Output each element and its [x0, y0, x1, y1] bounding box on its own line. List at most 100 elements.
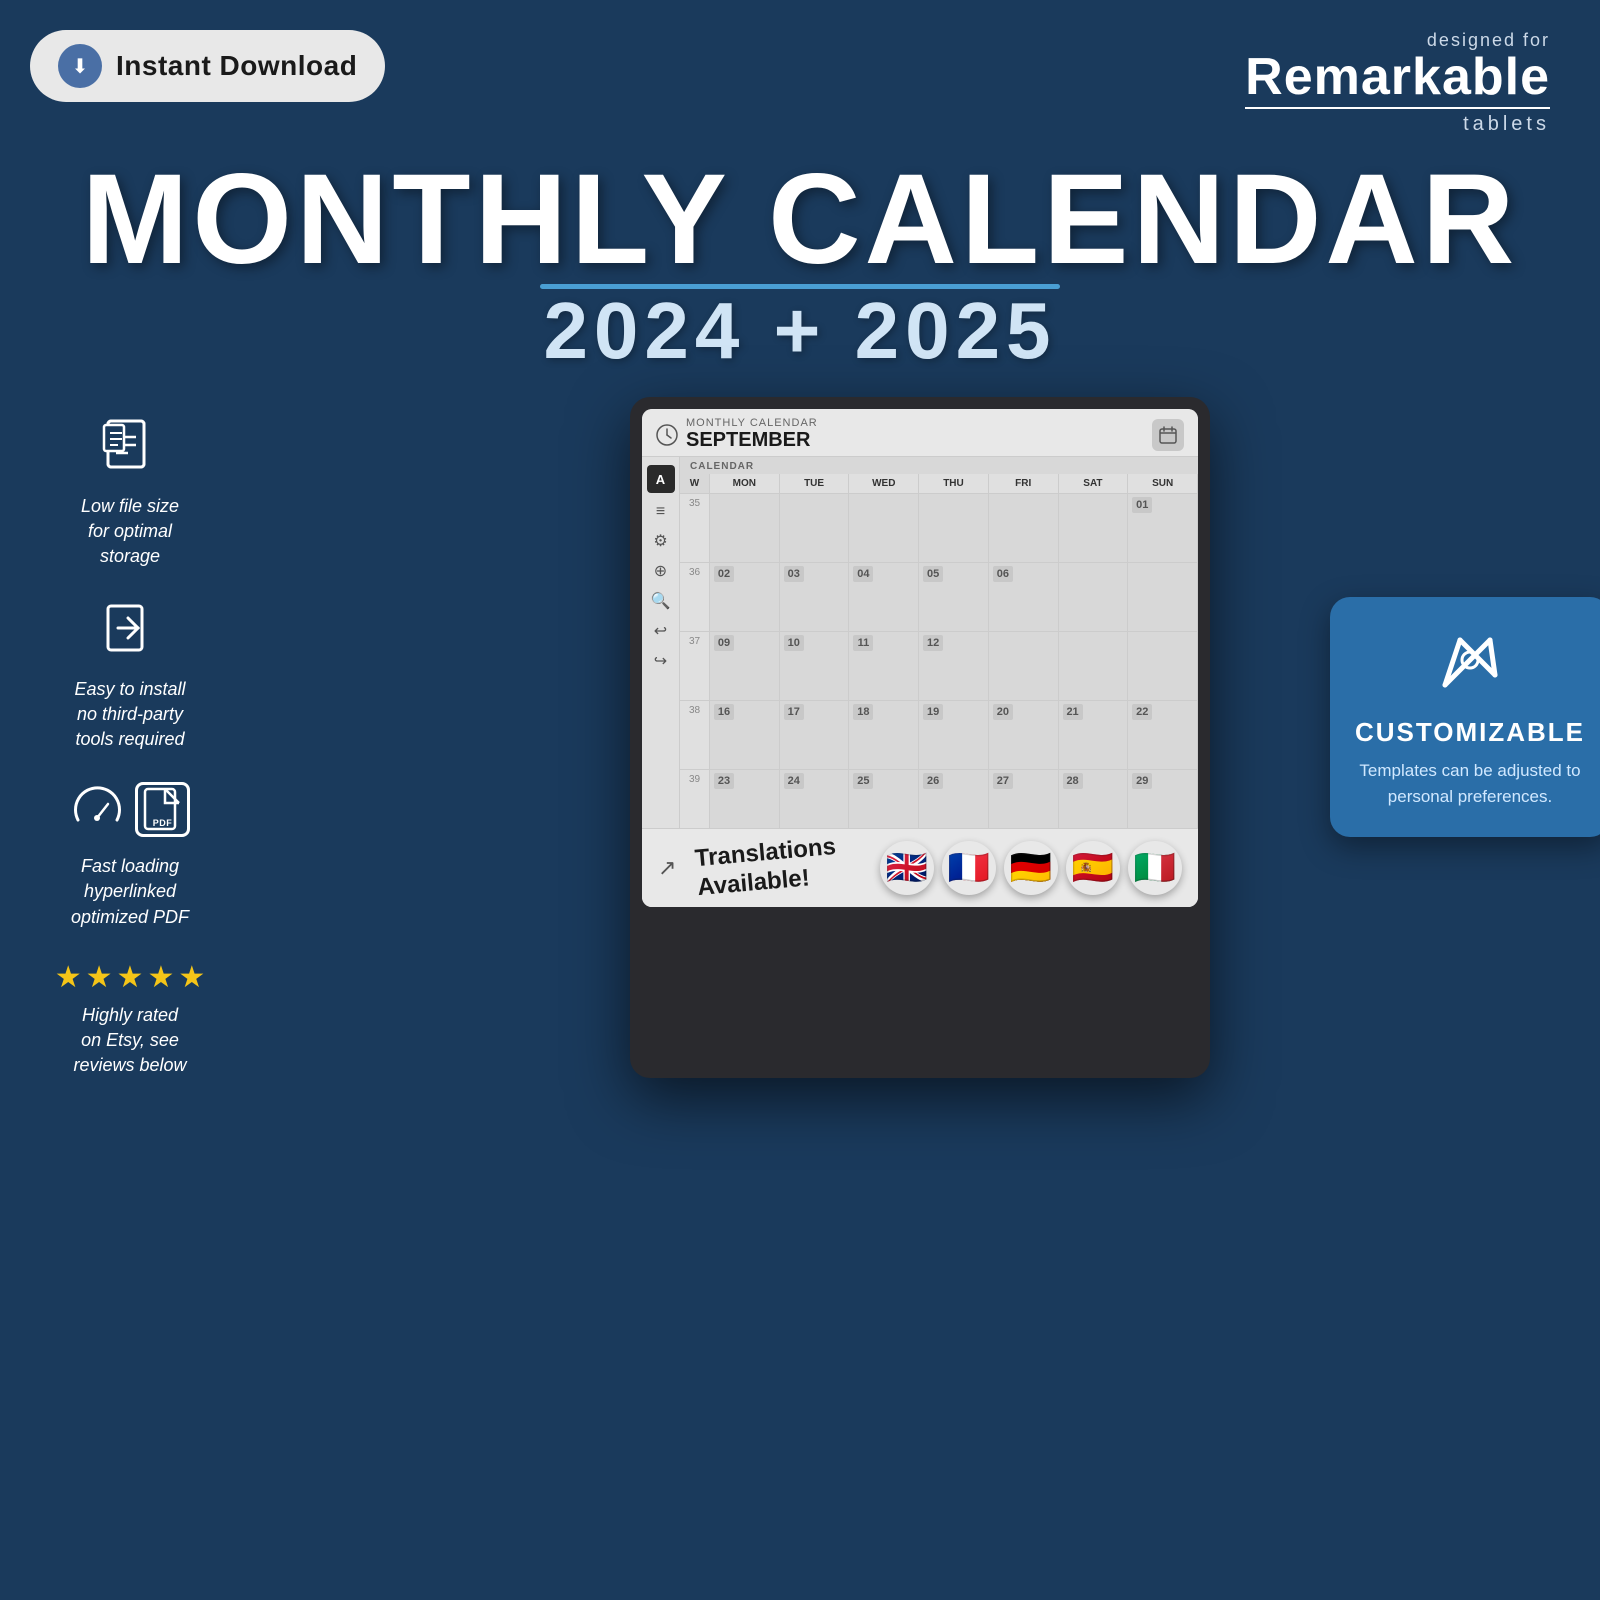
star-1: ★ [55, 960, 82, 995]
cal-section-label: CALENDAR [680, 457, 1198, 474]
day-cell-17: 17 [780, 701, 850, 769]
feature-file-size-text: Low file sizefor optimalstorage [81, 494, 179, 570]
pdf-icon-box: PDF [135, 782, 190, 837]
col-sat: SAT [1059, 474, 1129, 493]
instant-download-badge: ⬇ Instant Download [30, 30, 385, 102]
week-row-36: 36 02 03 04 05 06 [680, 562, 1198, 631]
star-4: ★ [147, 960, 174, 995]
pdf-icon-row: PDF [70, 782, 190, 846]
cal-header-left: MONTHLY CALENDAR SEPTEMBER [656, 417, 818, 452]
remarkable-title: Remarkable [1245, 51, 1550, 103]
main-title-section: MONTHLY CALENDAR 2024 + 2025 [0, 136, 1600, 387]
flag-it: 🇮🇹 [1128, 841, 1182, 895]
cal-grid-header: W MON TUE WED THU FRI SAT SUN [680, 474, 1198, 493]
device-mockup: MONTHLY CALENDAR SEPTEMBER [260, 397, 1580, 1078]
device-screen: MONTHLY CALENDAR SEPTEMBER [642, 409, 1198, 907]
star-3: ★ [117, 960, 144, 995]
col-sun: SUN [1128, 474, 1198, 493]
remarkable-divider [1245, 107, 1550, 109]
star-2: ★ [86, 960, 113, 995]
sidebar-move-icon[interactable]: ⊕ [654, 561, 667, 581]
day-cell-18: 18 [849, 701, 919, 769]
day-cell-02: 02 [710, 563, 780, 631]
install-icon [100, 600, 160, 669]
sidebar-zoom-icon[interactable]: 🔍 [651, 591, 671, 611]
day-cell-04: 04 [849, 563, 919, 631]
star-5: ★ [178, 960, 205, 995]
day-cell-10: 10 [780, 632, 850, 700]
day-cell-19: 19 [919, 701, 989, 769]
day-cell-empty8 [1128, 563, 1198, 631]
cal-header: MONTHLY CALENDAR SEPTEMBER [642, 409, 1198, 457]
day-cell-11: 11 [849, 632, 919, 700]
cal-month-label: MONTHLY CALENDAR [686, 417, 818, 429]
feature-reviews: ★ ★ ★ ★ ★ Highly ratedon Etsy, seereview… [20, 960, 240, 1079]
day-cell-20: 20 [989, 701, 1059, 769]
content-area: Low file sizefor optimalstorage Easy to … [0, 397, 1600, 1078]
feature-file-size: Low file sizefor optimalstorage [20, 417, 240, 570]
main-title-line1: MONTHLY CALENDAR [0, 156, 1600, 284]
day-cell-empty10 [1128, 632, 1198, 700]
feature-pdf-text: Fast loadinghyperlinkedoptimized PDF [71, 854, 189, 930]
customizable-badge: CUSTOMIZABLE Templates can be adjusted t… [1330, 597, 1600, 837]
day-cell-01: 01 [1128, 494, 1198, 562]
features-panel: Low file sizefor optimalstorage Easy to … [20, 397, 240, 1078]
day-cell-empty6 [1059, 494, 1129, 562]
sidebar-icon-a[interactable]: A [647, 465, 675, 493]
week-num-37: 37 [680, 632, 710, 700]
flag-fr: 🇫🇷 [942, 841, 996, 895]
customizable-icon [1354, 625, 1586, 707]
week-num-36: 36 [680, 563, 710, 631]
day-cell-09: 09 [710, 632, 780, 700]
day-cell-empty1 [710, 494, 780, 562]
cal-month-name: SEPTEMBER [686, 429, 818, 452]
flag-es: 🇪🇸 [1066, 841, 1120, 895]
device-frame: MONTHLY CALENDAR SEPTEMBER [630, 397, 1210, 1078]
day-cell-05: 05 [919, 563, 989, 631]
cal-icon-btn[interactable] [1152, 419, 1184, 451]
day-cell-06: 06 [989, 563, 1059, 631]
stars-container: ★ ★ ★ ★ ★ [55, 960, 206, 995]
day-cell-empty9 [1059, 632, 1129, 700]
col-tue: TUE [780, 474, 850, 493]
day-cell-empty7 [1059, 563, 1129, 631]
week-num-38: 38 [680, 701, 710, 769]
flag-de: 🇩🇪 [1004, 841, 1058, 895]
col-thu: THU [919, 474, 989, 493]
flag-icons: 🇬🇧 🇫🇷 🇩🇪 🇪🇸 🇮🇹 [880, 841, 1182, 895]
top-bar: ⬇ Instant Download designed for Remarkab… [0, 0, 1600, 136]
day-cell-empty5 [989, 494, 1059, 562]
customizable-desc: Templates can be adjusted to personal pr… [1354, 758, 1586, 809]
translations-text: TranslationsAvailable! [694, 833, 840, 903]
day-cell-empty3 [849, 494, 919, 562]
customizable-title: CUSTOMIZABLE [1354, 717, 1586, 748]
day-cell-16: 16 [710, 701, 780, 769]
feature-install-text: Easy to installno third-partytools requi… [74, 677, 185, 753]
day-cell-empty4 [919, 494, 989, 562]
instant-download-text: Instant Download [116, 50, 357, 82]
col-week: W [680, 474, 710, 493]
day-cell-empty2 [780, 494, 850, 562]
tablets-text: tablets [1245, 113, 1550, 136]
sidebar-redo-icon[interactable]: ↪ [654, 651, 667, 671]
feature-reviews-text: Highly ratedon Etsy, seereviews below [73, 1003, 186, 1079]
flag-uk: 🇬🇧 [880, 841, 934, 895]
week-row-37: 37 09 10 11 12 [680, 631, 1198, 700]
main-title-line2: 2024 + 2025 [0, 285, 1600, 377]
day-cell-12: 12 [919, 632, 989, 700]
col-fri: FRI [989, 474, 1059, 493]
col-mon: MON [710, 474, 780, 493]
week-num-35: 35 [680, 494, 710, 562]
sidebar-undo-icon[interactable]: ↩ [654, 621, 667, 641]
sidebar-settings-icon[interactable]: ⚙ [653, 531, 667, 551]
speedometer-icon [70, 782, 125, 846]
translations-section: ↗ TranslationsAvailable! 🇬🇧 🇫🇷 🇩🇪 🇪🇸 🇮🇹 [642, 828, 1198, 907]
day-cell-21: 21 [1059, 701, 1129, 769]
sidebar-menu-icon[interactable]: ≡ [656, 503, 665, 521]
col-wed: WED [849, 474, 919, 493]
week-row-35: 35 01 [680, 493, 1198, 562]
file-icon [100, 417, 160, 486]
feature-pdf: PDF Fast loadinghyperlinkedoptimized PDF [20, 782, 240, 930]
week-row-38: 38 16 17 18 19 20 21 22 [680, 700, 1198, 769]
download-icon: ⬇ [58, 44, 102, 88]
